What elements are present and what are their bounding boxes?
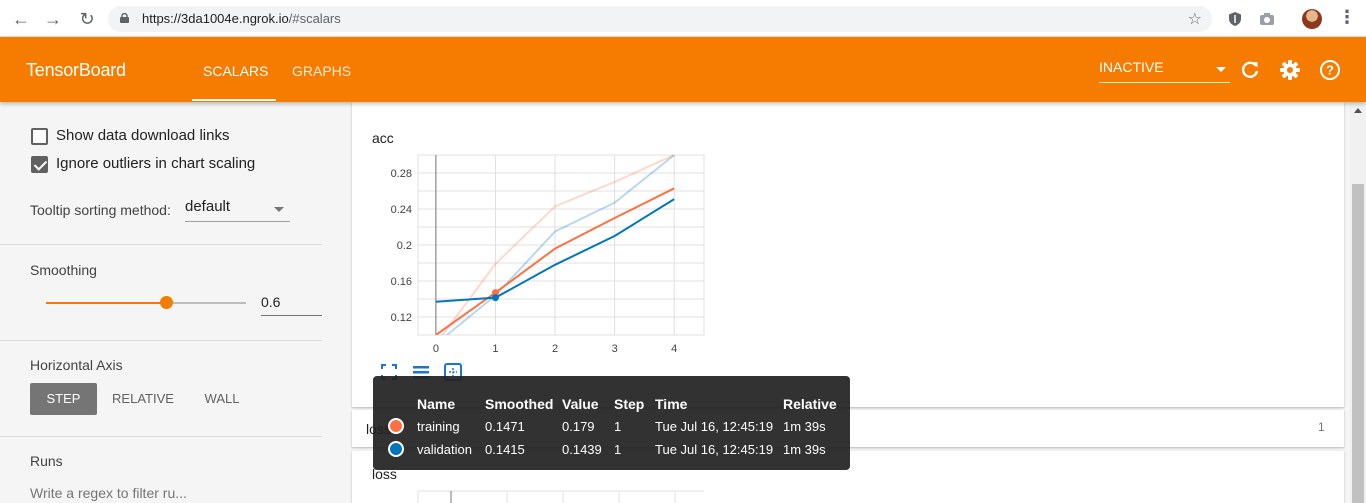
training-color-swatch bbox=[388, 418, 404, 434]
tooltip-header-relative: Relative bbox=[783, 396, 837, 412]
y-tick-label: 0.28 bbox=[391, 168, 412, 180]
x-tick-label: 3 bbox=[612, 343, 618, 355]
more-menu-icon[interactable]: ⋮ bbox=[1338, 7, 1356, 28]
tooltip-row-time: Tue Jul 16, 12:45:19 bbox=[655, 419, 774, 434]
show-download-links-checkbox[interactable] bbox=[31, 128, 48, 145]
divider bbox=[0, 340, 322, 341]
inactive-plugins-select[interactable]: INACTIVE bbox=[1099, 59, 1230, 83]
smoothing-label: Smoothing bbox=[30, 262, 97, 278]
tab-graphs[interactable]: GRAPHS bbox=[292, 63, 351, 79]
tooltip-row-smoothed: 0.1471 bbox=[485, 419, 525, 434]
tooltip-sorting-value: default bbox=[185, 198, 231, 215]
axis-relative-button[interactable]: RELATIVE bbox=[106, 383, 180, 415]
app-logo: TensorBoard bbox=[26, 60, 126, 80]
scroll-up-arrow-icon[interactable] bbox=[1354, 108, 1362, 113]
tooltip-row-value: 0.179 bbox=[562, 419, 595, 434]
active-tab-indicator bbox=[192, 99, 276, 101]
scrollbar[interactable] bbox=[1350, 102, 1366, 503]
lock-icon bbox=[120, 13, 129, 23]
inactive-select-value: INACTIVE bbox=[1099, 59, 1164, 75]
tooltip-header-smoothed: Smoothed bbox=[485, 396, 554, 412]
y-tick-label: 0.16 bbox=[391, 276, 412, 288]
loss-group-count: 1 bbox=[1318, 420, 1325, 434]
ignore-outliers-label: Ignore outliers in chart scaling bbox=[56, 155, 256, 172]
shield-icon[interactable] bbox=[1226, 10, 1244, 28]
divider bbox=[0, 244, 322, 245]
tab-scalars[interactable]: SCALARS bbox=[203, 63, 268, 79]
axis-step-button[interactable]: STEP bbox=[30, 383, 97, 415]
tooltip-row-step: 1 bbox=[614, 442, 622, 457]
smoothing-value-input[interactable]: 0.6 bbox=[261, 294, 322, 316]
tooltip-row-smoothed: 0.1415 bbox=[485, 442, 525, 457]
chevron-down-icon bbox=[274, 207, 284, 212]
camera-icon[interactable] bbox=[1258, 10, 1276, 28]
chart-tooltip: Name Smoothed Value Step Time Relative t… bbox=[373, 376, 850, 470]
tooltip-row-time: Tue Jul 16, 12:45:19 bbox=[655, 442, 774, 457]
validation-color-swatch bbox=[388, 441, 404, 457]
tensorboard-header: TensorBoard SCALARS GRAPHS INACTIVE ? bbox=[0, 37, 1366, 102]
y-tick-label: 0.12 bbox=[391, 312, 412, 324]
y-tick-label: 0.24 bbox=[391, 204, 412, 216]
tooltip-row-relative: 1m 39s bbox=[783, 442, 826, 457]
tooltip-row-relative: 1m 39s bbox=[783, 419, 826, 434]
tooltip-header-name: Name bbox=[417, 396, 456, 412]
scrollbar-thumb[interactable] bbox=[1352, 184, 1364, 503]
browser-toolbar: ← → ↻ https://3da1004e.ngrok.io/#scalars… bbox=[0, 0, 1366, 37]
runs-label: Runs bbox=[30, 453, 63, 469]
smoothing-slider-knob[interactable] bbox=[160, 296, 173, 309]
chevron-down-icon bbox=[1216, 67, 1226, 72]
tooltip-header-value: Value bbox=[562, 396, 599, 412]
acc-chart[interactable]: 0.12 0.16 0.2 0.24 0.28 0 1 2 3 4 bbox=[352, 102, 722, 362]
tooltip-header-time: Time bbox=[655, 396, 688, 412]
tooltip-sorting-select[interactable]: default bbox=[185, 198, 290, 222]
avatar[interactable] bbox=[1302, 9, 1322, 29]
bookmark-star-icon[interactable]: ☆ bbox=[1188, 9, 1202, 29]
tooltip-header-step: Step bbox=[614, 396, 645, 412]
tooltip-row-name: training bbox=[417, 419, 460, 434]
divider bbox=[0, 436, 322, 437]
svg-text:?: ? bbox=[1326, 63, 1334, 78]
address-bar[interactable]: https://3da1004e.ngrok.io/#scalars ☆ bbox=[108, 6, 1212, 32]
sidebar: Show data download links Ignore outliers… bbox=[0, 102, 340, 503]
x-tick-label: 0 bbox=[433, 343, 439, 355]
tooltip-row-step: 1 bbox=[614, 419, 622, 434]
x-tick-label: 2 bbox=[552, 343, 558, 355]
url-text: https://3da1004e.ngrok.io/#scalars bbox=[142, 11, 341, 26]
tooltip-row-name: validation bbox=[417, 442, 472, 457]
runs-filter-input[interactable]: Write a regex to filter ru... bbox=[30, 485, 187, 501]
y-tick-label: 0.2 bbox=[397, 240, 412, 252]
smoothing-slider[interactable] bbox=[46, 296, 246, 309]
x-tick-label: 1 bbox=[492, 343, 498, 355]
x-tick-label: 4 bbox=[671, 343, 677, 355]
help-icon[interactable]: ? bbox=[1319, 59, 1341, 81]
gear-icon[interactable] bbox=[1279, 59, 1301, 81]
acc-chart-card: acc 0.12 0.16 0.2 0.24 0.28 0 1 2 3 4 bbox=[352, 102, 1344, 407]
ignore-outliers-checkbox[interactable] bbox=[31, 156, 48, 173]
horizontal-axis-label: Horizontal Axis bbox=[30, 357, 123, 373]
tooltip-row-value: 0.1439 bbox=[562, 442, 602, 457]
smoothing-slider-fill bbox=[46, 302, 166, 304]
validation-hover-point bbox=[491, 294, 499, 302]
reload-icon[interactable]: ↻ bbox=[76, 8, 98, 30]
back-icon[interactable]: ← bbox=[10, 8, 32, 30]
forward-icon[interactable]: → bbox=[42, 8, 64, 30]
show-download-links-label: Show data download links bbox=[56, 127, 230, 144]
tooltip-sorting-label: Tooltip sorting method: bbox=[30, 202, 171, 218]
axis-wall-button[interactable]: WALL bbox=[196, 383, 248, 415]
refresh-icon[interactable] bbox=[1239, 59, 1261, 81]
